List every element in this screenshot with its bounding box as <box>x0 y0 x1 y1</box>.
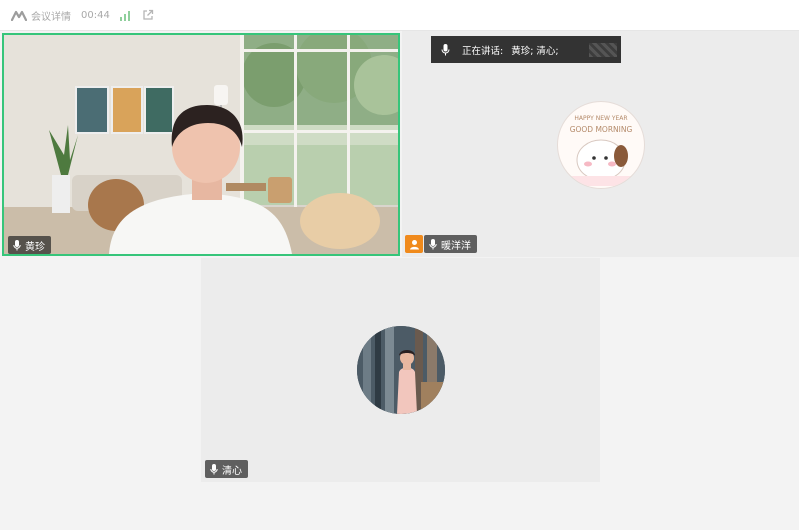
brand-logo-icon <box>11 10 27 21</box>
microphone-icon <box>441 43 450 55</box>
avatar-caption-top: HAPPY NEW YEAR <box>574 115 627 122</box>
meeting-duration: 00:44 <box>81 9 110 21</box>
speaking-names: 黄珍; 清心; <box>511 45 559 57</box>
participant-nametag: 暖洋洋 <box>424 235 477 253</box>
microphone-icon <box>13 239 21 250</box>
drag-handle-icon[interactable] <box>589 42 617 57</box>
meeting-details-link[interactable]: 会议详情 <box>31 8 71 23</box>
microphone-icon <box>210 463 218 474</box>
signal-bars-icon[interactable] <box>119 10 130 21</box>
participant-nametag: 黄珍 <box>8 236 51 254</box>
host-badge-icon <box>405 235 423 253</box>
participant-nametag: 清心 <box>205 460 248 478</box>
participant-avatar <box>357 326 445 414</box>
avatar-caption-bottom: GOOD MORNING <box>570 125 633 134</box>
share-external-icon[interactable] <box>142 9 154 21</box>
speaking-label: 正在讲话: <box>462 45 504 57</box>
participant-name: 黄珍 <box>25 241 45 253</box>
meeting-toolbar: 会议详情 00:44 <box>0 0 799 31</box>
participant-name: 暖洋洋 <box>441 240 471 252</box>
participant-video-tile[interactable]: 黄珍 <box>2 33 400 256</box>
microphone-icon <box>429 238 437 249</box>
participant-video-feed <box>4 35 398 254</box>
participant-name: 清心 <box>222 465 242 477</box>
participant-avatar: HAPPY NEW YEAR GOOD MORNING <box>557 101 645 189</box>
active-speaker-banner: 正在讲话: 黄珍; 清心; <box>431 36 621 63</box>
